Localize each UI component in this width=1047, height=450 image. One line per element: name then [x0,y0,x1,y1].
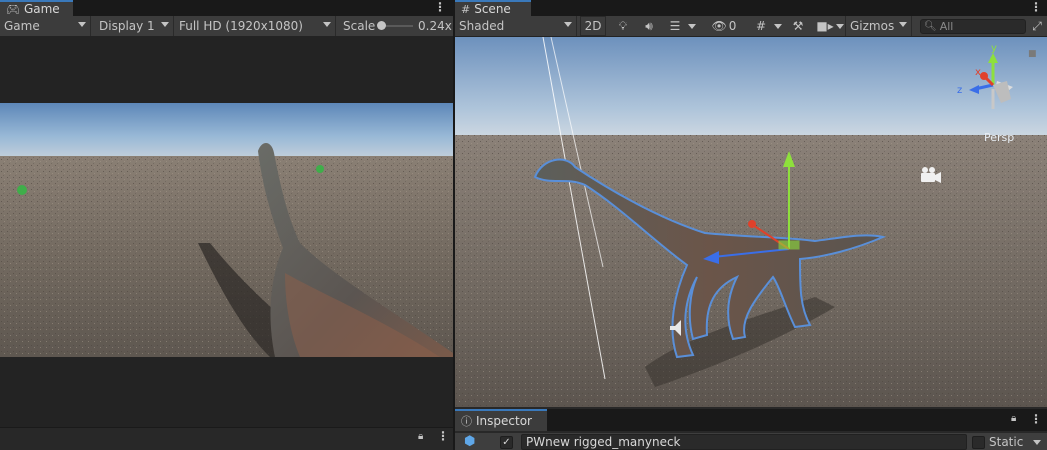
lower-panel-menu-icon[interactable]: ⋮ [437,429,449,445]
game-panel-menu-icon[interactable]: ⋮ [434,0,446,16]
scale-control: Scale 0.24x [338,16,453,36]
chevron-down-icon [323,22,331,27]
chevron-down-icon [774,23,782,29]
scene-panel-menu-icon[interactable]: ⋮ [1030,0,1042,16]
tools-button[interactable]: ⚒ [788,16,808,36]
tab-inspector[interactable]: ⓘ Inspector [455,409,547,431]
wrench-icon: ⚒ [792,19,804,33]
hidden-objects-count: 0 [728,19,737,33]
tab-inspector-label: Inspector [476,414,532,428]
eye-slash-icon: 👁︎ [711,19,727,33]
chevron-down-icon [78,22,86,27]
game-viewport[interactable] [0,103,453,357]
audio-toggle-button[interactable]: 🔊︎ [639,16,659,36]
lock-icon[interactable]: 🔒︎ [418,431,423,442]
draw-mode-dropdown[interactable]: Shaded [455,16,577,36]
info-icon: ⓘ [461,415,472,428]
scale-label: Scale [343,19,376,33]
gizmos-label: Gizmos [850,19,895,33]
lighting-toggle-button[interactable]: 💡︎ [613,16,633,36]
scene-panel: # Scene ⋮ Shaded 2D 💡︎ 🔊︎ ☰ 👁︎ 0 # ⚒ ■▸ … [455,0,1047,407]
tab-game[interactable]: 🎮︎ Game [0,0,73,16]
draw-mode-value: Shaded [459,19,505,33]
chevron-down-icon[interactable] [1033,440,1041,445]
effects-toggle-button[interactable]: ☰ [665,16,685,36]
resolution-value: Full HD (1920x1080) [179,19,303,33]
layers-icon: ☰ [669,19,681,33]
search-icon: 🔍︎ [924,21,937,32]
tab-scene[interactable]: # Scene [455,0,531,16]
game-toolbar: Game Display 1 Full HD (1920x1080) Scale… [0,16,453,37]
resolution-dropdown[interactable]: Full HD (1920x1080) [175,16,336,36]
object-name-field[interactable]: PWnew rigged_manyneck [521,434,967,450]
2d-toggle-button[interactable]: 2D [580,16,606,36]
object-header: ⬢ ✓ PWnew rigged_manyneck Static [455,433,1047,450]
lock-icon[interactable]: ■ [1028,49,1037,59]
chevron-down-icon [899,22,907,27]
game-mode-dropdown[interactable]: Game [0,16,91,36]
game-lower-panel-header: 🔒︎ ⋮ [0,427,453,450]
cube-icon: ⬢ [464,434,476,449]
2d-toggle-label: 2D [584,19,602,33]
hidden-objects-toggle[interactable]: 👁︎ 0 [707,16,741,36]
gizmos-dropdown[interactable]: Gizmos [845,16,912,36]
speaker-icon: 🔊︎ [645,18,653,33]
camera-button[interactable]: ■▸ [815,16,835,36]
tab-game-label: Game [23,2,60,16]
inspector-tab-bar: ⓘ Inspector 🔒︎ ⋮ [455,409,1047,431]
camera-icon: ■▸ [816,19,834,33]
scene-tab-bar: # Scene ⋮ [455,0,1047,16]
display-value: Display 1 [99,19,155,33]
scene-search-input[interactable]: 🔍︎ All [920,19,1026,34]
inspector-menu-icon[interactable]: ⋮ [1030,412,1042,428]
axis-cube-icon [969,53,1013,109]
active-checkbox[interactable]: ✓ [500,436,513,449]
chevron-down-icon [564,22,572,27]
scale-value: 0.24x [418,19,452,33]
game-panel: 🎮︎ Game ⋮ Game Display 1 Full HD (1920x1… [0,0,453,450]
lock-icon[interactable]: 🔒︎ [1011,413,1016,424]
grid-dropdown[interactable] [772,16,784,36]
maximize-icon[interactable]: ⤢ [1029,16,1045,36]
object-name-value: PWnew rigged_manyneck [526,435,681,449]
grid-toggle-button[interactable]: # [751,16,771,36]
gamepad-icon: 🎮︎ [6,2,20,16]
game-tab-bar: 🎮︎ Game ⋮ [0,0,453,16]
inspector-panel: ⓘ Inspector 🔒︎ ⋮ ⬢ ✓ PWnew rigged_manyne… [455,407,1047,450]
static-checkbox[interactable] [972,436,985,449]
scene-toolbar: Shaded 2D 💡︎ 🔊︎ ☰ 👁︎ 0 # ⚒ ■▸ Gizmos 🔍︎ … [455,16,1047,37]
chevron-down-icon [836,23,844,29]
effects-dropdown[interactable] [686,16,698,36]
gizmo-z-label: z [957,85,963,96]
display-dropdown[interactable]: Display 1 [95,16,174,36]
gizmo-x-label: x [975,67,981,78]
grid-icon: # [755,19,767,33]
gizmo-y-label: y [991,43,997,54]
game-mode-value: Game [4,19,40,33]
scale-slider-handle[interactable] [377,21,386,30]
tab-scene-label: Scene [474,2,511,16]
scene-viewport[interactable]: y x z Persp ■ [455,37,1047,407]
static-label: Static [989,435,1024,449]
grid-icon: # [461,2,471,16]
chevron-down-icon [688,23,696,29]
scale-slider[interactable] [377,21,413,30]
search-placeholder: All [939,20,954,33]
orientation-gizmo[interactable]: y x z [957,43,1025,115]
lightbulb-icon: 💡︎ [618,18,628,33]
projection-label[interactable]: Persp [984,131,1014,144]
game-render-image [0,103,453,357]
chevron-down-icon [161,22,169,27]
